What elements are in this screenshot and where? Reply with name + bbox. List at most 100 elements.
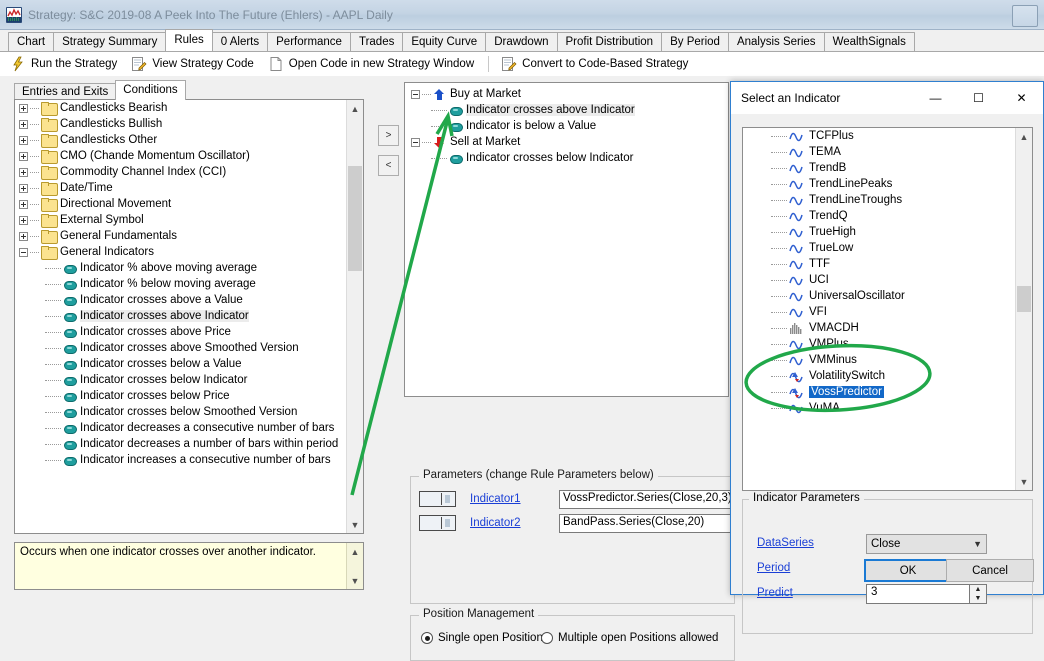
indicator-list[interactable]: TCFPlusTEMATrendBTrendLinePeaksTrendLine… (742, 127, 1033, 491)
expand-plus-icon[interactable] (19, 232, 28, 241)
tab-analysis-series[interactable]: Analysis Series (728, 32, 825, 51)
parameter-picker-icon[interactable] (419, 491, 456, 507)
cancel-button[interactable]: Cancel (946, 559, 1034, 582)
scroll-down-icon[interactable]: ▼ (347, 572, 363, 589)
indicator2-value-field[interactable]: BandPass.Series(Close,20) (559, 514, 744, 533)
tab-profit-distribution[interactable]: Profit Distribution (557, 32, 663, 51)
expand-plus-icon[interactable] (19, 104, 28, 113)
add-condition-button[interactable]: > (378, 125, 399, 146)
tab-equity-curve[interactable]: Equity Curve (402, 32, 486, 51)
indicator-list-scrollbar[interactable]: ▲ ▼ (1015, 128, 1032, 490)
tree-folder-row[interactable]: CMO (Chande Momentum Oscillator) (15, 148, 346, 164)
indicator-row[interactable]: TrueHigh (743, 224, 1015, 240)
close-icon[interactable]: ✕ (1000, 82, 1043, 114)
expand-plus-icon[interactable] (19, 168, 28, 177)
indicator-row[interactable]: TrendLinePeaks (743, 176, 1015, 192)
indicator-row[interactable]: VuMA (743, 400, 1015, 416)
remove-condition-button[interactable]: < (378, 155, 399, 176)
scrollbar-thumb[interactable] (348, 166, 362, 271)
open-code-in-new-window-button[interactable]: Open Code in new Strategy Window (268, 56, 474, 72)
tree-folder-row[interactable]: General Fundamentals (15, 228, 346, 244)
scroll-up-icon[interactable]: ▲ (347, 543, 363, 560)
window-corner-button[interactable] (1012, 5, 1038, 27)
condition-item[interactable]: Indicator crosses below Indicator (15, 372, 346, 388)
indicator-row[interactable]: TrendLineTroughs (743, 192, 1015, 208)
rule-condition-row-selected[interactable]: Indicator crosses above Indicator (405, 102, 728, 118)
tree-folder-row-open[interactable]: General Indicators (15, 244, 346, 260)
predict-stepper[interactable]: ▲▼ (969, 584, 987, 604)
condition-item[interactable]: Indicator increases a consecutive number… (15, 452, 346, 468)
indicator-row[interactable]: VolatilitySwitch (743, 368, 1015, 384)
indicator-row[interactable]: UCI (743, 272, 1015, 288)
stepper-up-icon[interactable]: ▲ (970, 585, 986, 594)
stepper-down-icon[interactable]: ▼ (970, 594, 986, 603)
indicator1-link[interactable]: Indicator1 (470, 493, 521, 505)
tab-alerts[interactable]: 0 Alerts (212, 32, 268, 51)
condition-item[interactable]: Indicator crosses below Smoothed Version (15, 404, 346, 420)
tab-wealthsignals[interactable]: WealthSignals (824, 32, 915, 51)
tab-drawdown[interactable]: Drawdown (485, 32, 557, 51)
period-link[interactable]: Period (757, 562, 790, 574)
expand-plus-icon[interactable] (19, 200, 28, 209)
description-scrollbar[interactable]: ▲ ▼ (346, 543, 363, 589)
scroll-up-icon[interactable]: ▲ (347, 100, 363, 117)
tab-chart[interactable]: Chart (8, 32, 54, 51)
rule-condition-row[interactable]: Indicator is below a Value (405, 118, 728, 134)
expand-plus-icon[interactable] (19, 152, 28, 161)
indicator1-value-field[interactable]: VossPredictor.Series(Close,20,3) (559, 490, 744, 509)
indicator-row-selected[interactable]: VossPredictor (743, 384, 1015, 400)
parameter-picker-icon[interactable] (419, 515, 456, 531)
conditions-tree[interactable]: Candlesticks Bearish Candlesticks Bullis… (14, 99, 364, 534)
condition-item[interactable]: Indicator % below moving average (15, 276, 346, 292)
indicator-row[interactable]: TrendQ (743, 208, 1015, 224)
tab-strategy-summary[interactable]: Strategy Summary (53, 32, 166, 51)
maximize-icon[interactable]: ☐ (957, 82, 1000, 114)
collapse-minus-icon[interactable] (411, 90, 420, 99)
conditions-tree-scrollbar[interactable]: ▲ ▼ (346, 100, 363, 533)
indicator-row[interactable]: TrueLow (743, 240, 1015, 256)
condition-item[interactable]: Indicator crosses above a Value (15, 292, 346, 308)
indicator-row[interactable]: VFI (743, 304, 1015, 320)
condition-item[interactable]: Indicator crosses above Smoothed Version (15, 340, 346, 356)
tab-by-period[interactable]: By Period (661, 32, 729, 51)
indicator-row[interactable]: TCFPlus (743, 128, 1015, 144)
ok-button[interactable]: OK (864, 559, 952, 582)
tab-performance[interactable]: Performance (267, 32, 351, 51)
tree-folder-row[interactable]: External Symbol (15, 212, 346, 228)
condition-item-selected[interactable]: Indicator crosses above Indicator (15, 308, 346, 324)
indicator2-link[interactable]: Indicator2 (470, 517, 521, 529)
collapse-minus-icon[interactable] (411, 138, 420, 147)
scrollbar-thumb[interactable] (1017, 286, 1031, 312)
scroll-up-icon[interactable]: ▲ (1016, 128, 1032, 145)
indicator-row[interactable]: UniversalOscillator (743, 288, 1015, 304)
tree-folder-row[interactable]: Candlesticks Bullish (15, 116, 346, 132)
condition-item[interactable]: Indicator % above moving average (15, 260, 346, 276)
indicator-row[interactable]: VMMinus (743, 352, 1015, 368)
rule-sell-at-market[interactable]: Sell at Market (405, 134, 728, 150)
scroll-down-icon[interactable]: ▼ (347, 516, 363, 533)
tree-folder-row[interactable]: Candlesticks Bearish (15, 100, 346, 116)
minimize-icon[interactable]: — (914, 82, 957, 114)
indicator-row[interactable]: TrendB (743, 160, 1015, 176)
rule-buy-at-market[interactable]: Buy at Market (405, 86, 728, 102)
indicator-row[interactable]: TTF (743, 256, 1015, 272)
run-the-strategy-button[interactable]: Run the Strategy (10, 56, 117, 72)
expand-plus-icon[interactable] (19, 216, 28, 225)
tab-rules[interactable]: Rules (165, 29, 212, 51)
tree-folder-row[interactable]: Candlesticks Other (15, 132, 346, 148)
tab-entries-and-exits[interactable]: Entries and Exits (14, 83, 116, 100)
dataseries-combo[interactable]: Close ▼ (866, 534, 987, 554)
condition-item[interactable]: Indicator crosses above Price (15, 324, 346, 340)
expand-plus-icon[interactable] (19, 136, 28, 145)
strategy-rules-tree[interactable]: Buy at Market Indicator crosses above In… (404, 82, 729, 397)
convert-to-code-based-strategy-button[interactable]: Convert to Code-Based Strategy (501, 56, 688, 72)
predict-link[interactable]: Predict (757, 587, 793, 599)
condition-item[interactable]: Indicator crosses below a Value (15, 356, 346, 372)
multiple-open-positions-radio[interactable] (541, 632, 553, 644)
scroll-down-icon[interactable]: ▼ (1016, 473, 1032, 490)
collapse-minus-icon[interactable] (19, 248, 28, 257)
indicator-row[interactable]: VMPlus (743, 336, 1015, 352)
indicator-row[interactable]: TEMA (743, 144, 1015, 160)
expand-plus-icon[interactable] (19, 120, 28, 129)
condition-item[interactable]: Indicator crosses below Price (15, 388, 346, 404)
